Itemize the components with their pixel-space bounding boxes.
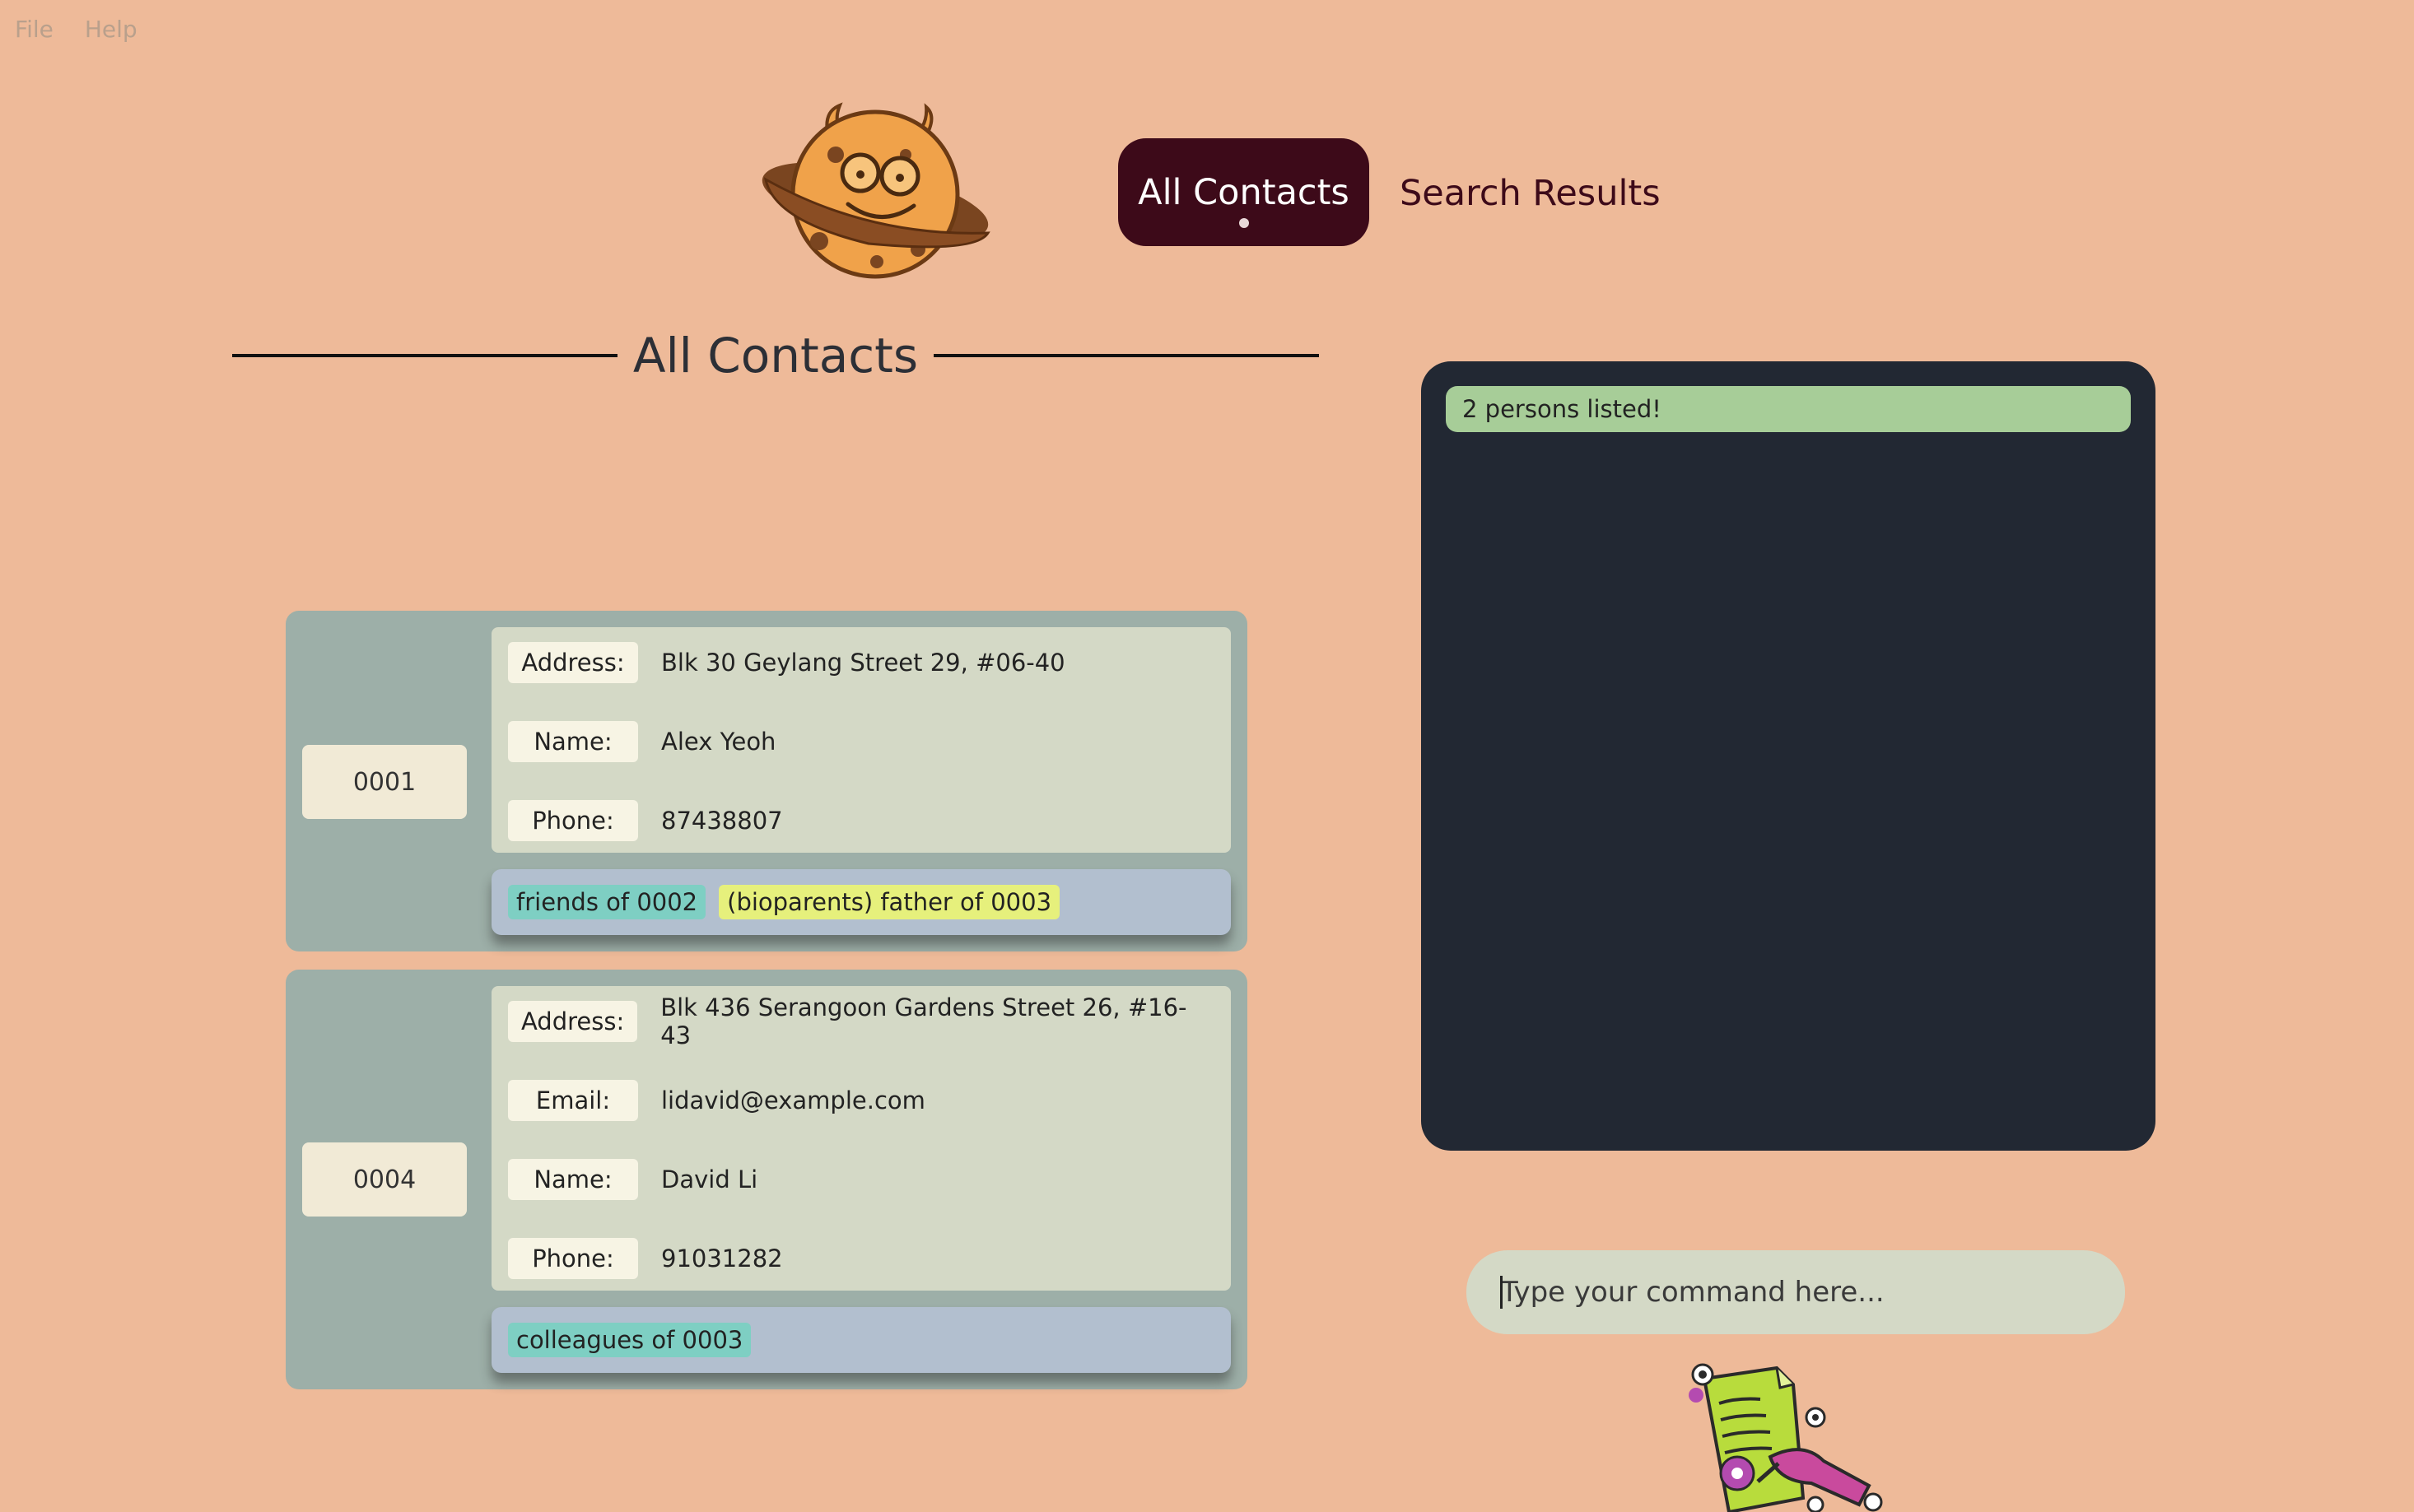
field-label: Address: (508, 642, 638, 683)
menu-bar: File Help (0, 0, 169, 58)
divider-right (934, 354, 1319, 357)
tag: colleagues of 0003 (508, 1323, 752, 1357)
field-row-name: Name: David Li (508, 1159, 1214, 1200)
field-value: Blk 30 Geylang Street 29, #06-40 (661, 649, 1065, 677)
contact-fields: Address: Blk 436 Serangoon Gardens Stree… (492, 986, 1231, 1291)
menu-file[interactable]: File (15, 16, 54, 43)
field-row-phone: Phone: 91031282 (508, 1238, 1214, 1279)
contact-id: 0001 (302, 745, 467, 819)
field-value: lidavid@example.com (661, 1086, 925, 1114)
page-title: All Contacts (632, 328, 919, 384)
field-row-email: Email: lidavid@example.com (508, 1080, 1214, 1121)
tab-all-contacts-label: All Contacts (1138, 171, 1349, 213)
field-row-address: Address: Blk 30 Geylang Street 29, #06-4… (508, 642, 1214, 683)
divider-left (232, 354, 617, 357)
contact-fields: Address: Blk 30 Geylang Street 29, #06-4… (492, 627, 1231, 853)
field-value: David Li (661, 1165, 758, 1193)
notepad-mascot-illustration (1689, 1363, 1883, 1512)
text-caret (1500, 1276, 1503, 1309)
tab-search-results-label: Search Results (1400, 173, 1661, 214)
section-header: All Contacts (232, 323, 1319, 388)
command-input[interactable] (1466, 1250, 2125, 1334)
monster-planet-logo (762, 102, 990, 279)
tag: friends of 0002 (508, 885, 706, 919)
contact-card[interactable]: 0001 Address: Blk 30 Geylang Street 29, … (286, 611, 1247, 951)
field-label: Email: (508, 1080, 638, 1121)
tab-all-contacts[interactable]: All Contacts (1118, 138, 1369, 246)
active-tab-indicator (1238, 218, 1249, 228)
contact-id: 0004 (302, 1142, 467, 1217)
tab-search-results[interactable]: Search Results (1400, 156, 1661, 230)
field-value: Blk 436 Serangoon Gardens Street 26, #16… (660, 993, 1187, 1049)
field-row-address: Address: Blk 436 Serangoon Gardens Stree… (508, 993, 1214, 1049)
result-display[interactable]: 2 persons listed! (1421, 361, 2155, 1151)
field-label: Address: (508, 1001, 638, 1042)
contact-tags: colleagues of 0003 (492, 1307, 1231, 1373)
field-row-phone: Phone: 87438807 (508, 800, 1214, 841)
contact-tags: friends of 0002 (bioparents) father of 0… (492, 869, 1231, 935)
result-message: 2 persons listed! (1446, 386, 2131, 432)
field-label: Phone: (508, 1238, 638, 1279)
field-label: Name: (508, 1159, 638, 1200)
menu-help[interactable]: Help (85, 16, 137, 43)
contact-card[interactable]: 0004 Address: Blk 436 Serangoon Gardens … (286, 970, 1247, 1389)
tag: (bioparents) father of 0003 (719, 885, 1060, 919)
field-label: Name: (508, 721, 638, 762)
field-row-name: Name: Alex Yeoh (508, 721, 1214, 762)
field-label: Phone: (508, 800, 638, 841)
field-value: 91031282 (661, 1244, 783, 1272)
field-value: Alex Yeoh (661, 728, 776, 756)
field-value: 87438807 (661, 807, 783, 835)
